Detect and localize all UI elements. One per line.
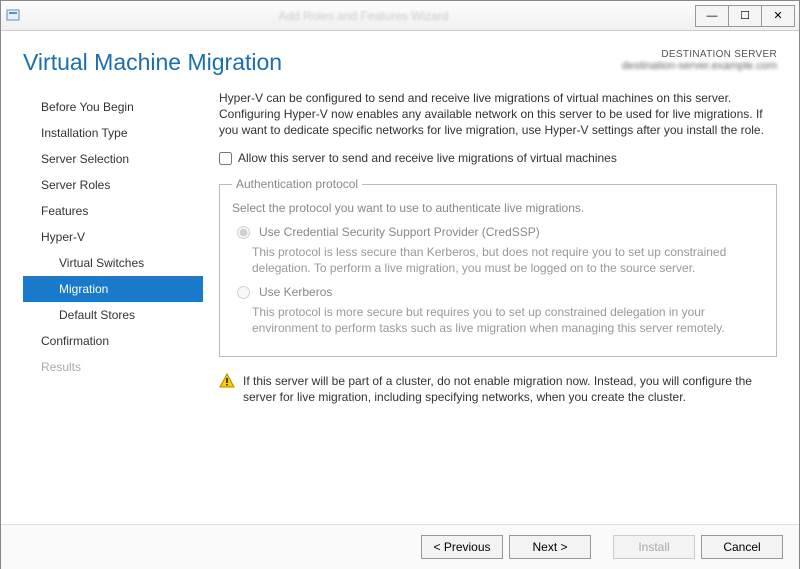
allow-migrations-row[interactable]: Allow this server to send and receive li… [219, 150, 777, 166]
wizard-body: Virtual Machine Migration DESTINATION SE… [1, 31, 799, 525]
app-icon [5, 7, 23, 25]
auth-protocol-fieldset: Authentication protocol Select the proto… [219, 176, 777, 357]
auth-option-row: Use Kerberos [232, 284, 764, 300]
page-title: Virtual Machine Migration [23, 49, 282, 76]
cancel-button[interactable]: Cancel [701, 535, 783, 559]
auth-option-desc: This protocol is more secure but require… [252, 304, 764, 336]
nav-item-before-you-begin[interactable]: Before You Begin [23, 94, 203, 120]
nav-item-results: Results [23, 354, 203, 380]
destination-label: DESTINATION SERVER [622, 49, 777, 60]
intro-text: Hyper-V can be configured to send and re… [219, 90, 777, 138]
previous-button[interactable]: < Previous [421, 535, 503, 559]
auth-option-row: Use Credential Security Support Provider… [232, 224, 764, 240]
nav-item-confirmation[interactable]: Confirmation [23, 328, 203, 354]
nav-item-default-stores[interactable]: Default Stores [23, 302, 203, 328]
content-pane: Hyper-V can be configured to send and re… [203, 90, 777, 405]
nav-item-virtual-switches[interactable]: Virtual Switches [23, 250, 203, 276]
auth-protocol-legend: Authentication protocol [232, 176, 362, 192]
nav-item-hyper-v[interactable]: Hyper-V [23, 224, 203, 250]
destination-value: destination-server.example.com [622, 60, 777, 72]
minimize-button[interactable]: — [695, 5, 729, 27]
auth-option-label: Use Kerberos [259, 284, 332, 300]
nav-item-server-roles[interactable]: Server Roles [23, 172, 203, 198]
next-button[interactable]: Next > [509, 535, 591, 559]
nav-item-server-selection[interactable]: Server Selection [23, 146, 203, 172]
auth-protocol-prompt: Select the protocol you want to use to a… [232, 200, 764, 216]
wizard-nav: Before You BeginInstallation TypeServer … [23, 90, 203, 405]
window-controls: — ☐ ✕ [696, 5, 795, 27]
auth-option-desc: This protocol is less secure than Kerber… [252, 244, 764, 276]
nav-item-installation-type[interactable]: Installation Type [23, 120, 203, 146]
titlebar: Add Roles and Features Wizard — ☐ ✕ [1, 1, 799, 31]
auth-option-radio[interactable] [237, 286, 250, 299]
nav-item-features[interactable]: Features [23, 198, 203, 224]
cluster-warning-text: If this server will be part of a cluster… [243, 373, 777, 405]
wizard-footer: < Previous Next > Install Cancel [1, 525, 799, 569]
maximize-button[interactable]: ☐ [728, 5, 762, 27]
warning-icon [219, 373, 235, 389]
destination-box: DESTINATION SERVER destination-server.ex… [622, 49, 777, 72]
auth-option-radio[interactable] [237, 226, 250, 239]
page-header: Virtual Machine Migration DESTINATION SE… [13, 41, 787, 90]
install-button[interactable]: Install [613, 535, 695, 559]
window-title: Add Roles and Features Wizard [31, 9, 696, 23]
auth-option-label: Use Credential Security Support Provider… [259, 224, 540, 240]
nav-item-migration[interactable]: Migration [23, 276, 203, 302]
allow-migrations-label: Allow this server to send and receive li… [238, 150, 617, 166]
close-button[interactable]: ✕ [761, 5, 795, 27]
cluster-warning: If this server will be part of a cluster… [219, 373, 777, 405]
allow-migrations-checkbox[interactable] [219, 152, 232, 165]
